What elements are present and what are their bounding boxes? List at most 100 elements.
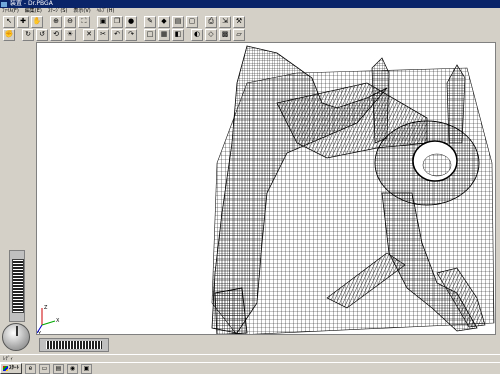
zoom-in-button[interactable]: ⊕: [50, 15, 62, 28]
plane-icon: ▱: [236, 30, 242, 38]
zoom-in-icon: ⊕: [53, 17, 59, 25]
wire-icon: ◇: [208, 30, 214, 38]
menu-view[interactable]: 表示(V): [73, 8, 90, 15]
grab-button[interactable]: ✊: [3, 28, 15, 41]
frame-button[interactable]: ▢: [186, 15, 198, 28]
app-icon: [1, 1, 7, 7]
quicklaunch-app-icon[interactable]: ▣: [81, 363, 93, 374]
frame-icon: ▢: [188, 17, 196, 25]
hand-button[interactable]: ✋: [31, 15, 43, 28]
axis-y-label: Y: [37, 331, 42, 335]
move-button[interactable]: ✚: [17, 15, 29, 28]
light-icon: ☀: [66, 30, 74, 38]
view-toolbar: ✊ ↻ ↺ ⟲ ☀ ✕ ✂ ↶ ↷ □ ▦ ◧ ◐ ◇ ▩ ▱: [0, 28, 500, 41]
box-icon: □: [146, 30, 154, 38]
window-title: 装置 - Dr.PBGA: [10, 0, 53, 7]
quicklaunch-media-icon[interactable]: ◉: [67, 363, 79, 374]
mesh-bottom-block: [214, 287, 248, 334]
copy-icon: ❐: [113, 17, 121, 25]
rotate-x-icon: ↻: [25, 30, 31, 38]
rotate-x-button[interactable]: ↻: [22, 28, 34, 41]
rotate-y-button[interactable]: ↺: [36, 28, 48, 41]
undo-icon: ↶: [114, 30, 120, 38]
quicklaunch-ie-icon[interactable]: e: [25, 363, 37, 374]
mesh-render: X Z Y: [37, 45, 495, 335]
cube-button[interactable]: ◧: [172, 28, 184, 41]
quicklaunch-folder-icon[interactable]: ▤: [53, 363, 65, 374]
light-button[interactable]: ☀: [64, 28, 76, 41]
shade-icon: ◐: [193, 30, 201, 38]
axis-indicator: X Z Y: [37, 305, 60, 335]
render-sphere-icon: ●: [127, 17, 135, 25]
mesh-boss-inner: [422, 153, 452, 177]
zoom-slider-thumb[interactable]: [12, 259, 24, 313]
start-button[interactable]: ｽﾀｰﾄ: [0, 363, 23, 374]
windows-logo-icon: [3, 366, 8, 371]
redo-icon: ↷: [128, 30, 134, 38]
horizontal-slider[interactable]: [39, 338, 109, 352]
move-icon: ✚: [20, 17, 26, 25]
print-icon: ⎙: [208, 17, 214, 25]
menu-help[interactable]: ﾍﾙﾌﾟ(H): [97, 8, 115, 15]
menu-stage[interactable]: ｽﾃｰｼﾞ(S): [48, 8, 68, 15]
copy-button[interactable]: ❐: [111, 15, 123, 28]
select-icon: ▣: [99, 17, 107, 25]
grid-button[interactable]: ▦: [158, 28, 170, 41]
axis-z-label: Z: [44, 305, 48, 311]
close-view-button[interactable]: ✕: [83, 28, 95, 41]
menu-edit[interactable]: 編集(E): [25, 8, 42, 15]
export-button[interactable]: ⇲: [219, 15, 231, 28]
grab-icon: ✊: [4, 30, 14, 38]
cube-icon: ◧: [174, 30, 182, 38]
title-bar: 装置 - Dr.PBGA: [0, 0, 500, 8]
layer-button[interactable]: ▤: [172, 15, 184, 28]
redo-button[interactable]: ↷: [125, 28, 137, 41]
zoom-slider[interactable]: [9, 250, 25, 322]
taskbar: ｽﾀｰﾄ e ▭ ▤ ◉ ▣: [0, 362, 500, 374]
pointer-icon: ↖: [6, 17, 12, 25]
grid-icon: ▦: [160, 30, 168, 38]
pointer-button[interactable]: ↖: [3, 15, 15, 28]
fill-button[interactable]: ◆: [158, 15, 170, 28]
mesh-button[interactable]: ▩: [219, 28, 231, 41]
zoom-fit-button[interactable]: ⛶: [78, 15, 90, 28]
zoom-out-button[interactable]: ⊖: [64, 15, 76, 28]
menu-bar: ﾌｧｲﾙ(F) 編集(E) ｽﾃｰｼﾞ(S) 表示(V) ﾍﾙﾌﾟ(H): [0, 8, 500, 15]
cut-button[interactable]: ✂: [97, 28, 109, 41]
layer-icon: ▤: [174, 17, 182, 25]
main-toolbar: ↖ ✚ ✋ ⊕ ⊖ ⛶ ▣ ❐ ● ✎ ◆ ▤ ▢ ⎙ ⇲ ⚒: [0, 15, 500, 28]
pen-icon: ✎: [147, 17, 153, 25]
export-icon: ⇲: [222, 17, 228, 25]
shade-button[interactable]: ◐: [191, 28, 203, 41]
tool-button[interactable]: ⚒: [233, 15, 245, 28]
cut-icon: ✂: [100, 30, 106, 38]
pen-button[interactable]: ✎: [144, 15, 156, 28]
menu-file[interactable]: ﾌｧｲﾙ(F): [2, 8, 19, 15]
hand-icon: ✋: [32, 17, 42, 25]
select-button[interactable]: ▣: [97, 15, 109, 28]
axis-x-label: X: [56, 318, 60, 324]
close-view-icon: ✕: [86, 30, 92, 38]
render-sphere-button[interactable]: ●: [125, 15, 137, 28]
mesh-fin: [371, 57, 390, 144]
fill-icon: ◆: [161, 17, 167, 25]
zoom-out-icon: ⊖: [67, 17, 73, 25]
mesh-icon: ▩: [221, 30, 229, 38]
wire-button[interactable]: ◇: [205, 28, 217, 41]
status-bar: ﾚﾃﾞｨ: [0, 354, 500, 362]
plane-button[interactable]: ▱: [233, 28, 245, 41]
box-button[interactable]: □: [144, 28, 156, 41]
rotation-dial[interactable]: [2, 323, 30, 351]
zoom-fit-icon: ⛶: [81, 17, 87, 25]
dial-indicator: [16, 326, 18, 336]
tool-icon: ⚒: [235, 17, 243, 25]
undo-button[interactable]: ↶: [111, 28, 123, 41]
start-label: ｽﾀｰﾄ: [9, 365, 20, 371]
rotate-z-icon: ⟲: [53, 30, 59, 38]
horizontal-slider-thumb[interactable]: [46, 341, 102, 349]
rotate-y-icon: ↺: [39, 30, 45, 38]
quicklaunch-desktop-icon[interactable]: ▭: [39, 363, 51, 374]
print-button[interactable]: ⎙: [205, 15, 217, 28]
3d-viewport[interactable]: X Z Y: [36, 42, 496, 335]
rotate-z-button[interactable]: ⟲: [50, 28, 62, 41]
